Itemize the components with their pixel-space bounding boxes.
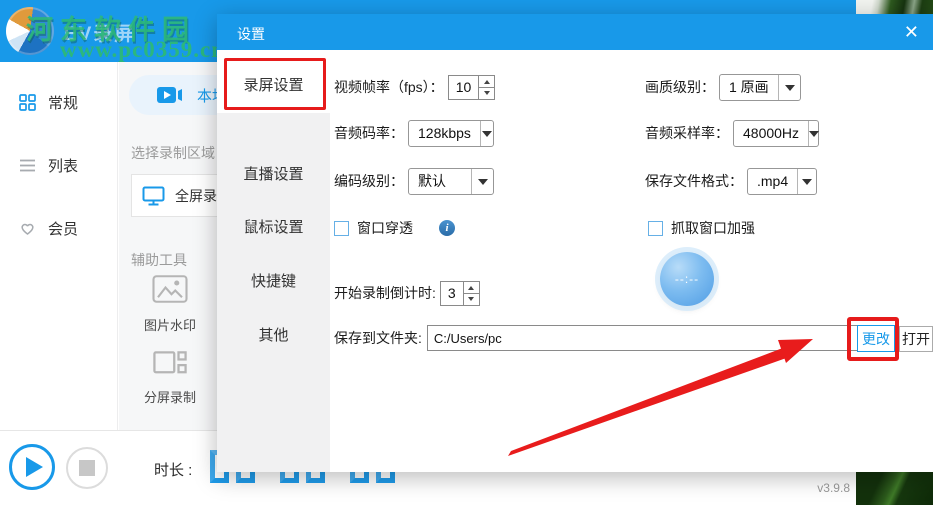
countdown-spinner[interactable]: 3 <box>439 280 480 306</box>
video-fps-spinner[interactable]: 10 <box>447 74 496 100</box>
stop-button[interactable] <box>66 447 108 489</box>
tab-hotkeys[interactable]: 快捷键 <box>217 270 330 291</box>
camcorder-icon <box>157 85 183 105</box>
dialog-header: 设置 ✕ <box>217 14 933 50</box>
video-fps-label: 视频帧率（fps）： <box>334 79 444 95</box>
settings-dialog: 设置 ✕ 录屏设置 直播设置 鼠标设置 快捷键 其他 视频帧率（fps）： 10 <box>217 14 933 472</box>
app-logo-icon <box>6 7 54 55</box>
open-button[interactable]: 打开 <box>899 326 933 352</box>
sidebar-item-label: 会员 <box>48 220 79 238</box>
tab-live-settings[interactable]: 直播设置 <box>217 163 330 184</box>
field-quality: 画质级别： 1 原画 <box>645 72 801 102</box>
encode-level-dropdown[interactable]: 默认 <box>408 167 494 195</box>
encode-level-label: 编码级别： <box>334 173 404 189</box>
select-area-label: 选择录制区域 <box>131 145 215 161</box>
app-version: v3.9.8 <box>817 481 850 495</box>
dropdown-caret-icon <box>471 168 493 194</box>
field-save-folder: 保存到文件夹: <box>334 323 872 353</box>
split-screen-icon <box>153 351 187 374</box>
sidebar-item-label: 常规 <box>48 94 79 112</box>
tab-record-settings[interactable]: 录屏设置 <box>217 74 330 95</box>
field-file-format: 保存文件格式： .mp4 <box>645 166 817 196</box>
tool-split-record[interactable]: 分屏录制 <box>115 350 225 406</box>
countdown-label: 开始录制倒计时: <box>334 285 436 301</box>
duration-label: 时长 : <box>154 462 193 479</box>
capture-enhance-label: 抓取窗口加强 <box>671 220 755 236</box>
spinner-down-icon[interactable] <box>479 86 495 99</box>
dropdown-caret-icon <box>479 120 493 146</box>
field-window-penetrate: 窗口穿透 <box>334 213 455 243</box>
tab-mouse-settings[interactable]: 鼠标设置 <box>217 216 330 237</box>
field-capture-enhance: 抓取窗口加强 <box>648 213 755 243</box>
dialog-title: 设置 <box>237 26 265 42</box>
dialog-tabstrip: 录屏设置 直播设置 鼠标设置 快捷键 其他 <box>217 50 330 472</box>
play-button[interactable] <box>9 444 55 490</box>
play-icon <box>26 457 43 477</box>
dropdown-caret-icon <box>797 168 816 194</box>
tool-label: 分屏录制 <box>143 390 196 405</box>
save-folder-label: 保存到文件夹: <box>334 330 422 346</box>
field-encode-level: 编码级别： 默认 <box>334 166 494 196</box>
tools-section-label: 辅助工具 <box>131 252 187 268</box>
save-folder-input[interactable] <box>426 325 872 351</box>
sidebar-item-member[interactable]: 会员 <box>0 213 118 243</box>
audio-bitrate-dropdown[interactable]: 128kbps <box>408 119 494 147</box>
sidebar: 常规 列表 会员 <box>0 62 118 430</box>
quality-dropdown[interactable]: 1 原画 <box>719 73 801 101</box>
monitor-icon <box>142 186 165 206</box>
field-video-fps: 视频帧率（fps）： 10 <box>334 72 496 102</box>
image-icon <box>152 275 188 303</box>
field-sample-rate: 音频采样率： 48000Hz <box>645 118 819 148</box>
change-button[interactable]: 更改 <box>857 325 895 352</box>
app-title: EV录屏 <box>64 24 136 45</box>
info-icon[interactable] <box>439 220 455 236</box>
close-icon[interactable]: ✕ <box>904 21 919 43</box>
sample-rate-dropdown[interactable]: 48000Hz <box>733 119 819 147</box>
wallpaper-flower-patch <box>855 0 933 15</box>
field-countdown: 开始录制倒计时: 3 <box>334 278 480 308</box>
audio-bitrate-label: 音频码率： <box>334 125 404 141</box>
spinner-up-icon[interactable] <box>464 282 479 293</box>
sample-rate-label: 音频采样率： <box>645 125 729 141</box>
window-penetrate-label: 窗口穿透 <box>357 220 413 236</box>
sidebar-item-general[interactable]: 常规 <box>0 87 118 117</box>
capture-enhance-checkbox[interactable] <box>648 220 663 236</box>
tool-label: 图片水印 <box>143 318 196 333</box>
quality-label: 画质级别： <box>645 79 715 95</box>
grid-icon <box>18 93 36 111</box>
sidebar-item-list[interactable]: 列表 <box>0 150 118 180</box>
spinner-down-icon[interactable] <box>463 292 479 305</box>
tab-other[interactable]: 其他 <box>217 324 330 345</box>
dropdown-caret-icon <box>808 120 819 146</box>
file-format-dropdown[interactable]: .mp4 <box>747 167 817 195</box>
spinner-up-icon[interactable] <box>479 76 494 87</box>
screen: EV录屏 河东软件园 www.pc0359.cn 常规 列表 会员 选择录制区域… <box>0 0 933 505</box>
wallpaper-leaf-patch <box>855 472 933 505</box>
field-audio-bitrate: 音频码率： 128kbps <box>334 118 494 148</box>
window-penetrate-checkbox[interactable] <box>334 220 349 236</box>
file-format-label: 保存文件格式： <box>645 173 743 189</box>
floating-timer-widget[interactable]: --:-- <box>660 252 714 306</box>
dropdown-caret-icon <box>778 74 800 100</box>
stop-icon <box>79 460 95 476</box>
member-badge-icon <box>18 219 36 237</box>
tool-image-watermark[interactable]: 图片水印 <box>115 274 225 334</box>
sidebar-item-label: 列表 <box>48 157 79 175</box>
list-icon <box>18 156 36 174</box>
